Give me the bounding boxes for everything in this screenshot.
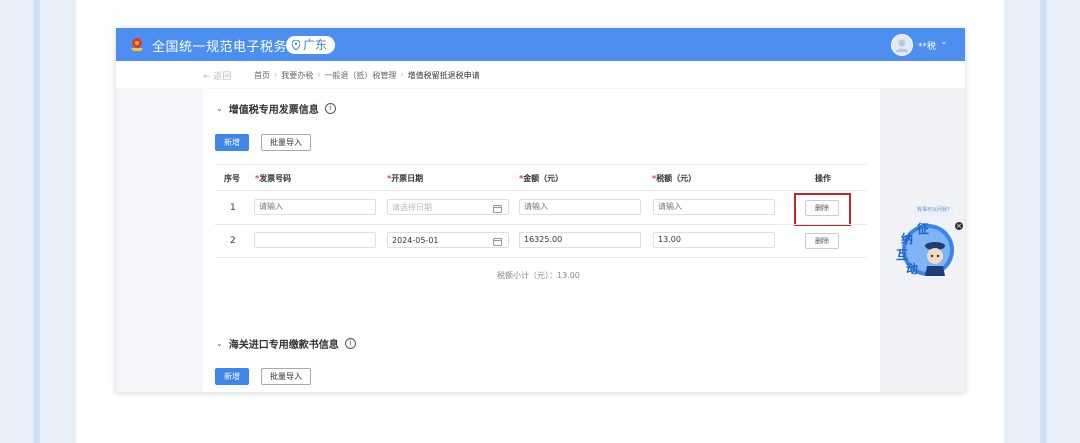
breadcrumb: 首页 › 我要办税 › 一般退（抵）税管理 › 增值税留抵退税申请	[254, 70, 480, 81]
customs-import-button[interactable]: 批量导入	[261, 368, 311, 385]
col-header-amount: *金额（元）	[519, 174, 564, 183]
vat-section-title[interactable]: ⌄ 增值税专用发票信息 i	[216, 101, 336, 116]
breadcrumb-item-home[interactable]: 首页	[254, 70, 270, 81]
breadcrumb-separator: ›	[274, 70, 278, 79]
region-selector[interactable]: 广东	[286, 36, 336, 54]
row-2-issue-date-picker[interactable]: 2024-05-01	[387, 232, 509, 248]
vat-import-button[interactable]: 批量导入	[261, 134, 311, 151]
row-2-invoice-no-input[interactable]	[254, 232, 376, 248]
col-header-invoice-no: *发票号码	[255, 174, 292, 183]
top-bar: 全国统一规范电子税务局 广东 **税 ⌄	[116, 28, 965, 61]
assistant-char: 纳	[901, 232, 914, 246]
tax-subtotal: 税额小计（元）：13.00	[497, 271, 580, 280]
breadcrumb-item-refund-mgmt[interactable]: 一般退（抵）税管理	[324, 70, 396, 81]
row-1-issue-date-picker[interactable]: 请选择日期	[387, 199, 509, 215]
table-row-divider	[215, 257, 867, 258]
user-icon	[895, 39, 909, 52]
breadcrumb-item-current: 增值税留抵退税申请	[407, 71, 480, 80]
row-1-tax-input[interactable]	[653, 199, 775, 215]
col-header-action: 操作	[815, 174, 831, 183]
region-label: 广东	[303, 38, 328, 52]
customs-section-title[interactable]: ⌄ 海关进口专用缴款书信息 i	[216, 336, 356, 351]
breadcrumb-item-tax[interactable]: 我要办税	[281, 70, 313, 81]
chevron-down-icon[interactable]: ⌄	[940, 37, 948, 47]
col-header-issue-date: *开票日期	[387, 174, 424, 183]
chevron-down-icon[interactable]: ⌄	[216, 339, 223, 348]
table-header-top-line	[215, 164, 867, 165]
calendar-icon	[493, 205, 502, 213]
tax-emblem-icon	[131, 38, 143, 51]
close-icon[interactable]: ×	[955, 222, 963, 230]
chevron-down-icon[interactable]: ⌄	[216, 104, 223, 113]
user-avatar[interactable]	[891, 34, 913, 56]
assistant-char: 征	[917, 222, 930, 236]
row-2-amount-input[interactable]	[519, 232, 641, 248]
breadcrumb-separator: ›	[317, 70, 321, 79]
breadcrumb-separator: ›	[400, 70, 404, 79]
back-link[interactable]: ← 返回	[203, 69, 231, 82]
info-icon[interactable]: i	[324, 103, 336, 114]
row-2-tax-input[interactable]	[653, 232, 775, 248]
location-pin-icon	[292, 40, 300, 50]
table-row-divider	[215, 190, 867, 191]
right-decor-stripe	[1040, 0, 1046, 443]
breadcrumb-bar: ← 返回 首页 › 我要办税 › 一般退（抵）税管理 › 增值税留抵退税申请	[116, 61, 965, 88]
row-1-amount-input[interactable]	[519, 199, 641, 215]
row-1-seq: 1	[230, 203, 236, 213]
col-header-tax: *税额（元）	[652, 174, 697, 183]
row-2-seq: 2	[230, 236, 236, 246]
info-icon[interactable]: i	[344, 338, 356, 349]
row-1-invoice-no-input[interactable]	[254, 199, 376, 215]
user-name[interactable]: **税	[918, 39, 936, 52]
assistant-char: 动	[906, 262, 919, 276]
row-2-delete-button[interactable]: 删除	[805, 233, 839, 249]
left-decor-stripe	[34, 0, 40, 443]
customs-add-button[interactable]: 新增	[215, 368, 249, 385]
highlight-annotation	[794, 193, 851, 226]
table-row-divider	[215, 224, 867, 225]
calendar-icon	[493, 238, 502, 246]
vat-add-button[interactable]: 新增	[215, 134, 249, 151]
site-title: 全国统一规范电子税务局	[152, 40, 301, 55]
col-header-seq: 序号	[224, 174, 240, 183]
